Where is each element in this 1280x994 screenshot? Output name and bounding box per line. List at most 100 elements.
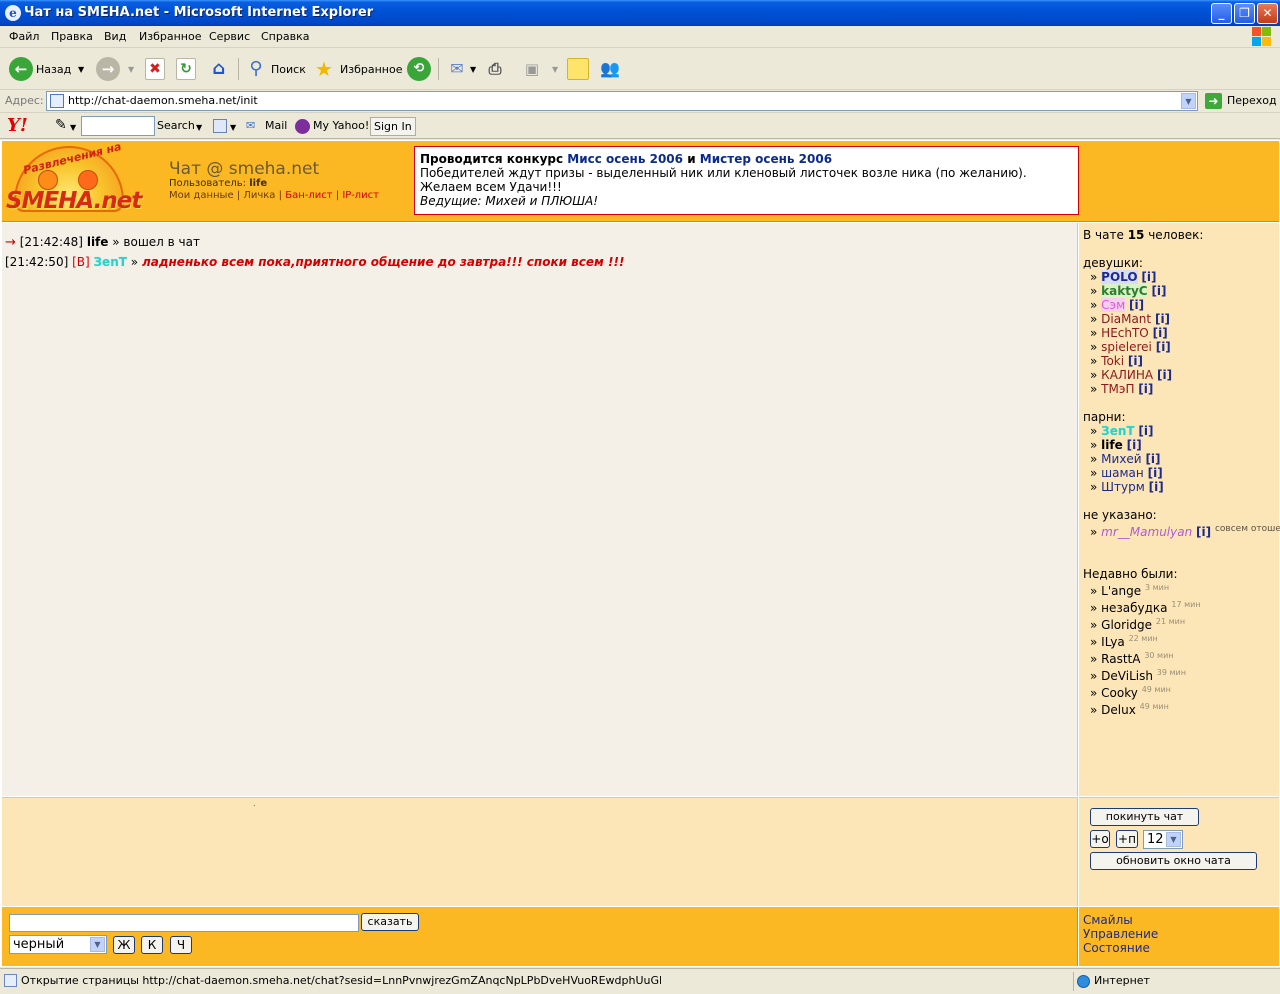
girl-user-item[interactable]: » kaktyC [i]	[1090, 284, 1167, 298]
user-nick[interactable]: HEchTO	[1101, 326, 1149, 340]
go-arrow-icon[interactable]: ➜	[1205, 93, 1222, 109]
address-input[interactable]: http://chat-daemon.smeha.net/init ▼	[46, 91, 1198, 111]
user-nick[interactable]: Cooky	[1101, 686, 1138, 700]
user-nick[interactable]: life	[1101, 438, 1123, 452]
history-icon[interactable]: ⟲	[407, 57, 431, 81]
ip-list-link[interactable]: IP-лист	[342, 190, 379, 201]
user-nick[interactable]: spielerei	[1101, 340, 1152, 354]
boy-user-item[interactable]: » life [i]	[1090, 438, 1142, 452]
menu-favorites[interactable]: Избранное	[139, 30, 201, 43]
status-link[interactable]: Состояние	[1083, 941, 1150, 955]
private-messages-link[interactable]: Личка	[243, 190, 275, 201]
user-nick[interactable]: ЗenT	[1101, 424, 1134, 438]
favorites-button-label[interactable]: Избранное	[340, 63, 402, 76]
ban-list-link[interactable]: Бан-лист	[285, 190, 332, 201]
boy-user-item[interactable]: » ЗenT [i]	[1090, 424, 1154, 438]
menu-help[interactable]: Справка	[261, 30, 309, 43]
recent-user-item[interactable]: » незабудка 17 мин	[1090, 600, 1201, 615]
color-select[interactable]: черный ▼	[9, 935, 107, 954]
mister-autumn-link[interactable]: Мистер осень 2006	[700, 152, 832, 166]
refresh-chat-button[interactable]: обновить окно чата	[1090, 852, 1257, 870]
management-link[interactable]: Управление	[1083, 927, 1158, 941]
menu-view[interactable]: Вид	[104, 30, 126, 43]
address-dropdown-icon[interactable]: ▼	[1181, 93, 1196, 109]
yahoo-logo[interactable]: Y!	[7, 115, 28, 136]
edit-icon[interactable]: ▣	[520, 57, 544, 81]
user-nick[interactable]: незабудка	[1101, 601, 1167, 615]
home-icon[interactable]: ⌂	[207, 57, 231, 81]
say-button[interactable]: сказать	[361, 913, 419, 931]
private-messages-area[interactable]: .	[2, 797, 1078, 906]
menu-tools[interactable]: Сервис	[209, 30, 250, 43]
search-button-label[interactable]: Поиск	[271, 63, 306, 76]
girl-user-item[interactable]: » DiaMant [i]	[1090, 312, 1170, 326]
user-info-link[interactable]: [i]	[1127, 438, 1142, 452]
maximize-button[interactable]: ❐	[1234, 3, 1255, 24]
recent-user-item[interactable]: » Cooky 49 мин	[1090, 685, 1171, 700]
mail-icon[interactable]: ✉	[445, 57, 469, 81]
user-info-link[interactable]: [i]	[1141, 270, 1156, 284]
plus-o-button[interactable]: +о	[1090, 830, 1110, 848]
girl-user-item[interactable]: » spielerei [i]	[1090, 340, 1171, 354]
message-nick[interactable]: life	[87, 235, 109, 249]
smeha-logo[interactable]: Развлечения на SMEHA.net	[4, 140, 142, 218]
italic-button[interactable]: К	[141, 936, 163, 954]
minimize-button[interactable]: _	[1211, 3, 1232, 24]
recent-user-item[interactable]: » L'ange 3 мин	[1090, 583, 1169, 598]
leave-chat-button[interactable]: покинуть чат	[1090, 808, 1199, 826]
yahoo-search-dropdown-icon[interactable]: ▼	[196, 123, 202, 132]
user-info-link[interactable]: [i]	[1145, 452, 1160, 466]
user-info-link[interactable]: [i]	[1196, 525, 1211, 539]
messenger-icon[interactable]: 👥	[598, 57, 622, 81]
underline-button[interactable]: Ч	[170, 936, 192, 954]
message-input[interactable]	[9, 914, 359, 932]
user-nick[interactable]: Михей	[1101, 452, 1141, 466]
menu-edit[interactable]: Правка	[51, 30, 93, 43]
user-info-link[interactable]: [i]	[1157, 368, 1172, 382]
user-nick[interactable]: шаман	[1101, 466, 1144, 480]
recent-user-item[interactable]: » Delux 49 мин	[1090, 702, 1169, 717]
forward-dropdown-icon[interactable]: ▼	[128, 65, 134, 74]
back-button-label[interactable]: Назад	[36, 63, 71, 76]
recent-user-item[interactable]: » ILya 22 мин	[1090, 634, 1158, 649]
font-size-select[interactable]: 12 ▼	[1143, 830, 1183, 849]
user-list-item[interactable]: » mr__Mamulyan [i] совсем отошел	[1090, 524, 1280, 539]
girl-user-item[interactable]: » POLO [i]	[1090, 270, 1157, 284]
miss-autumn-link[interactable]: Мисс осень 2006	[567, 152, 683, 166]
user-nick[interactable]: kaktyC	[1101, 284, 1148, 298]
user-nick[interactable]: ILya	[1101, 635, 1125, 649]
user-nick[interactable]: КАЛИНА	[1101, 368, 1153, 382]
print-icon[interactable]: ⎙	[483, 57, 507, 81]
user-nick[interactable]: ТМэП	[1101, 382, 1134, 396]
user-nick[interactable]: DeViLish	[1101, 669, 1153, 683]
user-nick[interactable]: POLO	[1101, 270, 1138, 284]
user-nick[interactable]: DiaMant	[1101, 312, 1151, 326]
boy-user-item[interactable]: » Михей [i]	[1090, 452, 1161, 466]
refresh-icon[interactable]: ↻	[176, 58, 196, 80]
user-nick[interactable]: Delux	[1101, 703, 1136, 717]
user-nick[interactable]: Сэм	[1101, 298, 1126, 312]
bold-button[interactable]: Ж	[113, 936, 135, 954]
message-nick[interactable]: ЗenT	[94, 255, 127, 269]
edit-dropdown-icon[interactable]: ▼	[552, 65, 558, 74]
user-nick[interactable]: Штурм	[1101, 480, 1145, 494]
discuss-note-icon[interactable]	[567, 58, 589, 80]
user-nick[interactable]: Gloridge	[1101, 618, 1152, 632]
mail-dropdown-icon[interactable]: ▼	[470, 65, 476, 74]
user-info-link[interactable]: [i]	[1151, 284, 1166, 298]
user-info-link[interactable]: [i]	[1149, 480, 1164, 494]
chevron-down-icon[interactable]: ▼	[90, 937, 105, 952]
chevron-down-icon[interactable]: ▼	[1166, 832, 1181, 847]
girl-user-item[interactable]: » Toki [i]	[1090, 354, 1143, 368]
yahoo-search-input[interactable]	[81, 116, 155, 136]
user-info-link[interactable]: [i]	[1156, 340, 1171, 354]
address-url[interactable]: http://chat-daemon.smeha.net/init	[68, 94, 258, 107]
yahoo-bookmarks-dropdown-icon[interactable]: ▼	[230, 123, 236, 132]
favorites-star-icon[interactable]: ★	[312, 57, 336, 81]
pencil-dropdown-icon[interactable]: ▼	[70, 123, 76, 132]
forward-arrow-icon[interactable]: →	[96, 57, 120, 81]
yahoo-bookmarks-icon[interactable]	[213, 119, 227, 133]
user-nick[interactable]: Toki	[1101, 354, 1124, 368]
search-icon[interactable]: ⚲	[244, 57, 268, 81]
girl-user-item[interactable]: » ТМэП [i]	[1090, 382, 1153, 396]
